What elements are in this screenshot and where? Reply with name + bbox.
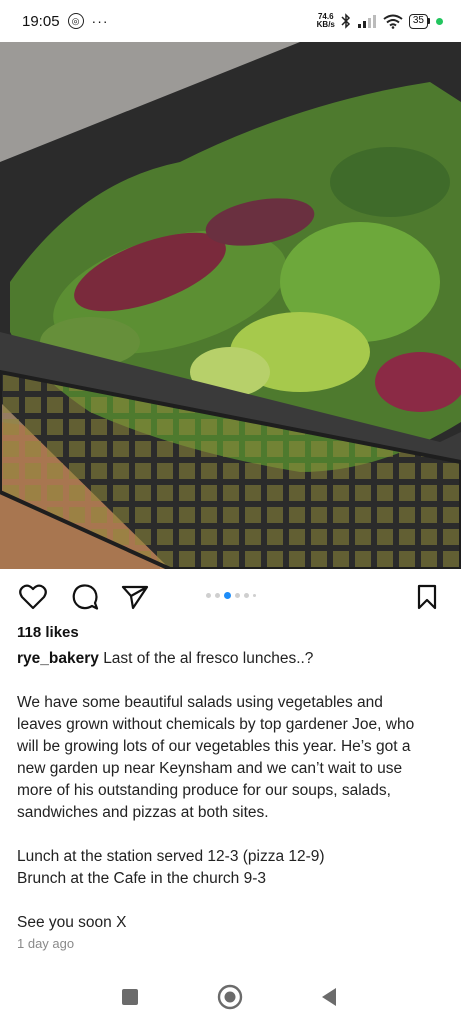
salad-crate-photo xyxy=(0,42,461,569)
battery-level: 35 xyxy=(408,13,428,29)
recents-square-icon xyxy=(122,989,138,1005)
net-speed-unit: KB/s xyxy=(316,20,335,29)
caption-paragraph-1: We have some beautiful salads using vege… xyxy=(17,692,447,824)
caption-line: Lunch at the station served 12-3 (pizza … xyxy=(17,848,325,865)
wifi-icon xyxy=(383,14,403,29)
caption-line: sandwiches and pizzas at both sites. xyxy=(17,804,269,821)
post-timestamp: 1 day ago xyxy=(17,936,75,951)
status-bar: 19:05 ◎ ··· 74.6 KB/s 35 xyxy=(0,0,461,42)
status-time: 19:05 xyxy=(22,12,60,30)
likes-count[interactable]: 118 likes xyxy=(17,624,79,641)
caption-line: leaves grown without chemicals by top ga… xyxy=(17,716,415,733)
back-triangle-icon xyxy=(322,988,336,1006)
post-actions xyxy=(0,578,461,614)
username-link[interactable]: rye_bakery xyxy=(17,650,99,667)
carousel-indicator xyxy=(206,592,256,599)
save-bookmark-icon xyxy=(417,584,437,610)
comment-button[interactable] xyxy=(70,582,100,612)
share-icon xyxy=(121,585,149,610)
post-caption: rye_bakery Last of the al fresco lunches… xyxy=(17,648,447,934)
save-button[interactable] xyxy=(412,582,442,612)
caption-first-line: rye_bakery Last of the al fresco lunches… xyxy=(17,648,447,670)
home-button[interactable] xyxy=(217,984,243,1010)
status-left: 19:05 ◎ ··· xyxy=(22,13,109,30)
caption-line: more of his outstanding produce for our … xyxy=(17,782,391,799)
bluetooth-icon xyxy=(341,13,350,29)
carousel-dot xyxy=(253,594,256,597)
notification-circle-icon: ◎ xyxy=(67,13,84,29)
caption-line: new garden up near Keynsham and we can’t… xyxy=(17,760,403,777)
status-right: 74.6 KB/s 35 xyxy=(317,13,443,29)
caption-line: See you soon X xyxy=(17,914,127,931)
carousel-dot xyxy=(215,593,220,598)
caption-paragraph-3: See you soon X xyxy=(17,912,447,934)
more-dots-icon: ··· xyxy=(91,13,109,29)
like-heart-icon xyxy=(19,584,47,610)
carousel-dot-active xyxy=(224,592,231,599)
like-button[interactable] xyxy=(18,582,48,612)
system-navbar xyxy=(0,970,461,1024)
home-circle-icon xyxy=(217,984,243,1010)
back-button[interactable] xyxy=(316,984,342,1010)
share-button[interactable] xyxy=(120,582,150,612)
battery-dot-icon xyxy=(436,17,443,25)
battery-icon: 35 xyxy=(408,13,430,29)
caption-paragraph-2: Lunch at the station served 12-3 (pizza … xyxy=(17,846,447,890)
carousel-dot xyxy=(206,593,211,598)
caption-title: Last of the al fresco lunches..? xyxy=(103,650,314,667)
signal-icon xyxy=(357,15,376,28)
caption-line: will be growing lots of our vegetables t… xyxy=(17,738,411,755)
carousel-dot xyxy=(235,593,240,598)
caption-line: Brunch at the Cafe in the church 9-3 xyxy=(17,870,267,887)
battery-tip xyxy=(428,18,430,24)
carousel-dot xyxy=(244,593,249,598)
caption-line: We have some beautiful salads using vege… xyxy=(17,694,383,711)
recents-button[interactable] xyxy=(117,984,143,1010)
comment-icon xyxy=(72,584,99,610)
post-photo[interactable] xyxy=(0,42,461,569)
net-speed: 74.6 KB/s xyxy=(317,13,335,29)
